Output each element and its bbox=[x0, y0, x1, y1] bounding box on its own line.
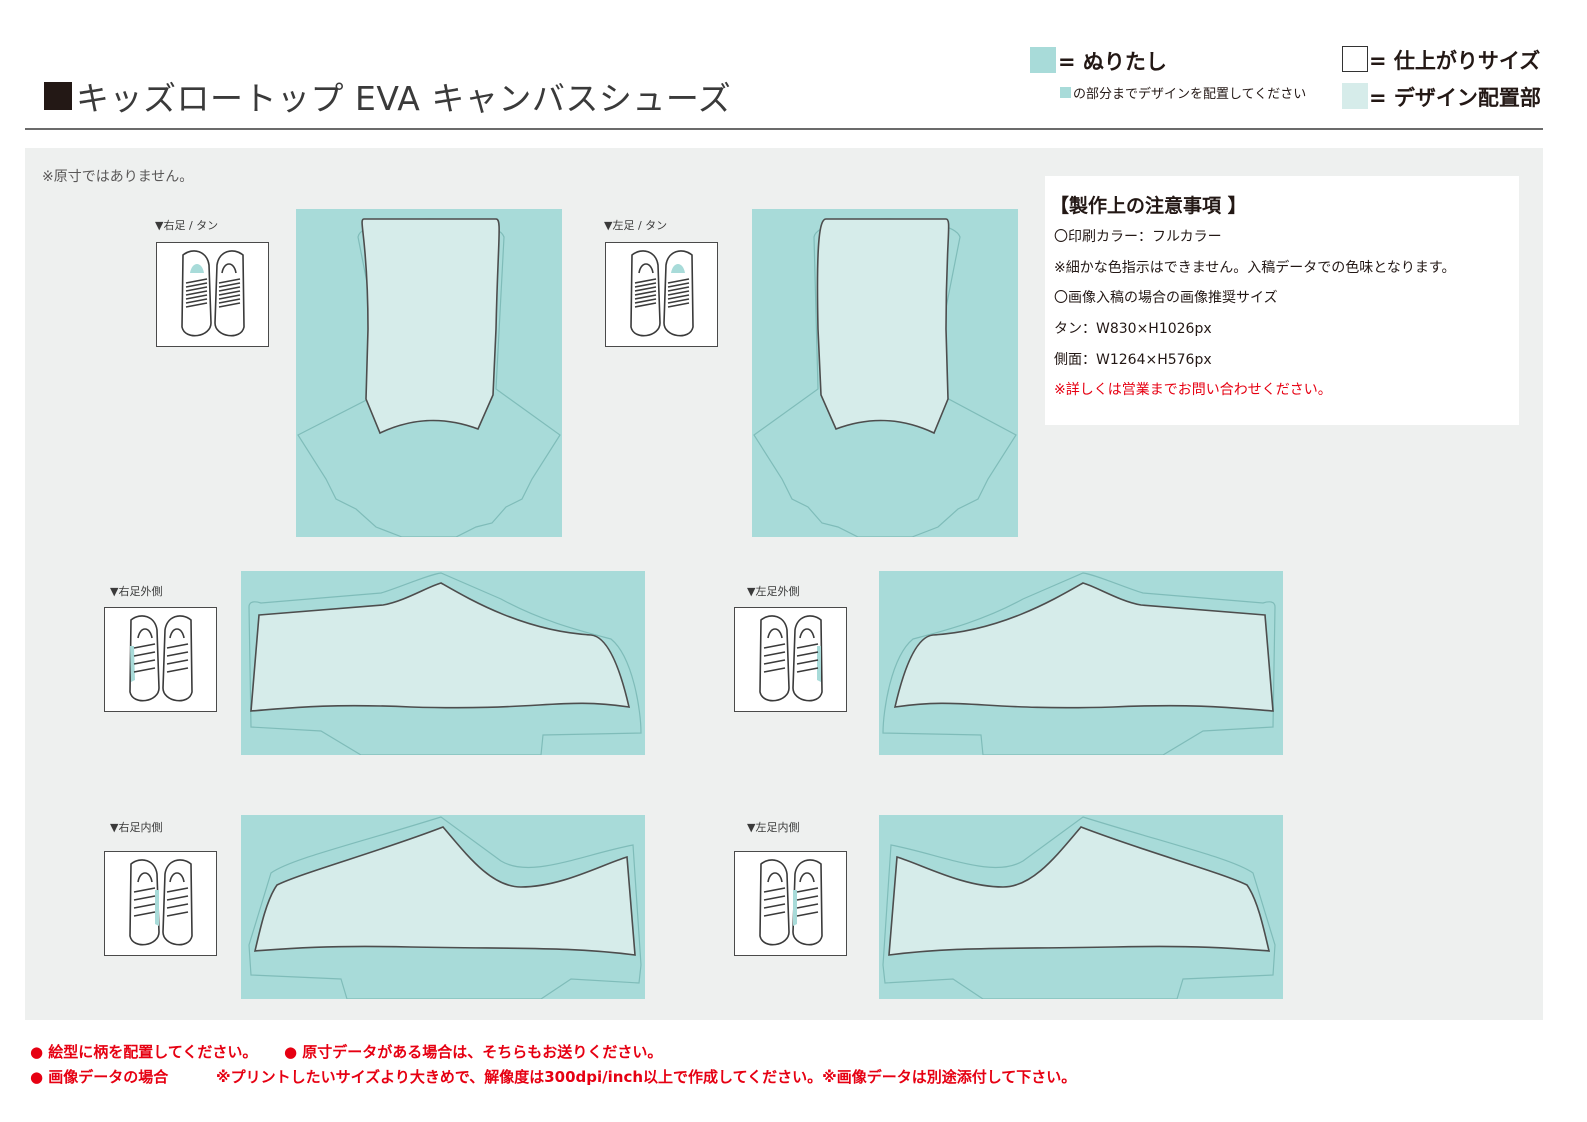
bleed-legend-note-text: の部分までデザインを配置してください bbox=[1073, 87, 1307, 102]
notes-line: 〇印刷カラー：フルカラー bbox=[1054, 229, 1222, 245]
sneaker-pair-icon bbox=[129, 615, 193, 702]
notes-line: 側面：W1264×H576px bbox=[1054, 352, 1212, 368]
left-outer-side-template bbox=[879, 571, 1283, 755]
view-label-left-outer: ▼左足外側 bbox=[747, 585, 800, 598]
sneaker-pair-icon bbox=[630, 250, 694, 337]
right-outer-side-template bbox=[241, 571, 645, 755]
footer-note-4: ※プリントしたいサイズより大きめで、解像度は300dpi/inch以上で作成して… bbox=[216, 1068, 1077, 1086]
design-area-legend-label: = デザイン配置部 bbox=[1369, 86, 1541, 110]
footer-note-1: ● 絵型に柄を配置してください。 bbox=[30, 1043, 258, 1061]
notes-line: タン：W830×H1026px bbox=[1054, 321, 1212, 337]
view-label-right-inner: ▼右足内側 bbox=[110, 821, 163, 834]
view-label-left-inner: ▼左足内側 bbox=[747, 821, 800, 834]
finish-size-swatch bbox=[1342, 46, 1368, 72]
thumbnail-right-inner bbox=[104, 851, 217, 956]
footer-note-3: ● 画像データの場合 bbox=[30, 1068, 169, 1086]
sneaker-pair-icon bbox=[129, 859, 193, 946]
bleed-legend-label: = ぬりたし bbox=[1058, 50, 1167, 74]
footer-note-2: ● 原寸データがある場合は、そちらもお送りください。 bbox=[284, 1043, 663, 1061]
notes-title: 【製作上の注意事項 】 bbox=[1050, 195, 1247, 217]
left-tongue-template bbox=[752, 209, 1018, 537]
finish-size-legend-label: = 仕上がりサイズ bbox=[1369, 49, 1541, 73]
sneaker-pair-icon bbox=[759, 615, 823, 702]
thumbnail-right-tongue bbox=[156, 242, 269, 347]
thumbnail-left-tongue bbox=[605, 242, 718, 347]
left-inner-side-template bbox=[879, 815, 1283, 999]
design-area-swatch bbox=[1342, 83, 1368, 109]
title-square-icon bbox=[44, 82, 72, 110]
header-divider bbox=[25, 128, 1543, 130]
notes-contact: ※詳しくは営業までお問い合わせください。 bbox=[1054, 382, 1332, 398]
sneaker-pair-icon bbox=[759, 859, 823, 946]
sneaker-pair-icon bbox=[181, 250, 245, 337]
right-tongue-template bbox=[296, 209, 562, 537]
thumbnail-left-inner bbox=[734, 851, 847, 956]
page-title: キッズロートップ EVA キャンバスシューズ bbox=[44, 74, 731, 118]
thumbnail-left-outer bbox=[734, 607, 847, 712]
bleed-legend-note: の部分までデザインを配置してください bbox=[1060, 83, 1306, 102]
right-inner-side-template bbox=[241, 815, 645, 999]
bleed-swatch bbox=[1030, 47, 1056, 73]
bleed-small-swatch bbox=[1060, 87, 1071, 98]
page-title-text: キッズロートップ EVA キャンバスシューズ bbox=[76, 79, 732, 118]
view-label-left-tongue: ▼左足 / タン bbox=[604, 219, 668, 232]
view-label-right-outer: ▼右足外側 bbox=[110, 585, 163, 598]
scale-note: ※原寸ではありません。 bbox=[42, 169, 194, 185]
thumbnail-right-outer bbox=[104, 607, 217, 712]
notes-line: ※細かな色指示はできません。入稿データでの色味となります。 bbox=[1054, 260, 1456, 276]
notes-line: 〇画像入稿の場合の画像推奨サイズ bbox=[1054, 290, 1278, 306]
view-label-right-tongue: ▼右足 / タン bbox=[155, 219, 219, 232]
